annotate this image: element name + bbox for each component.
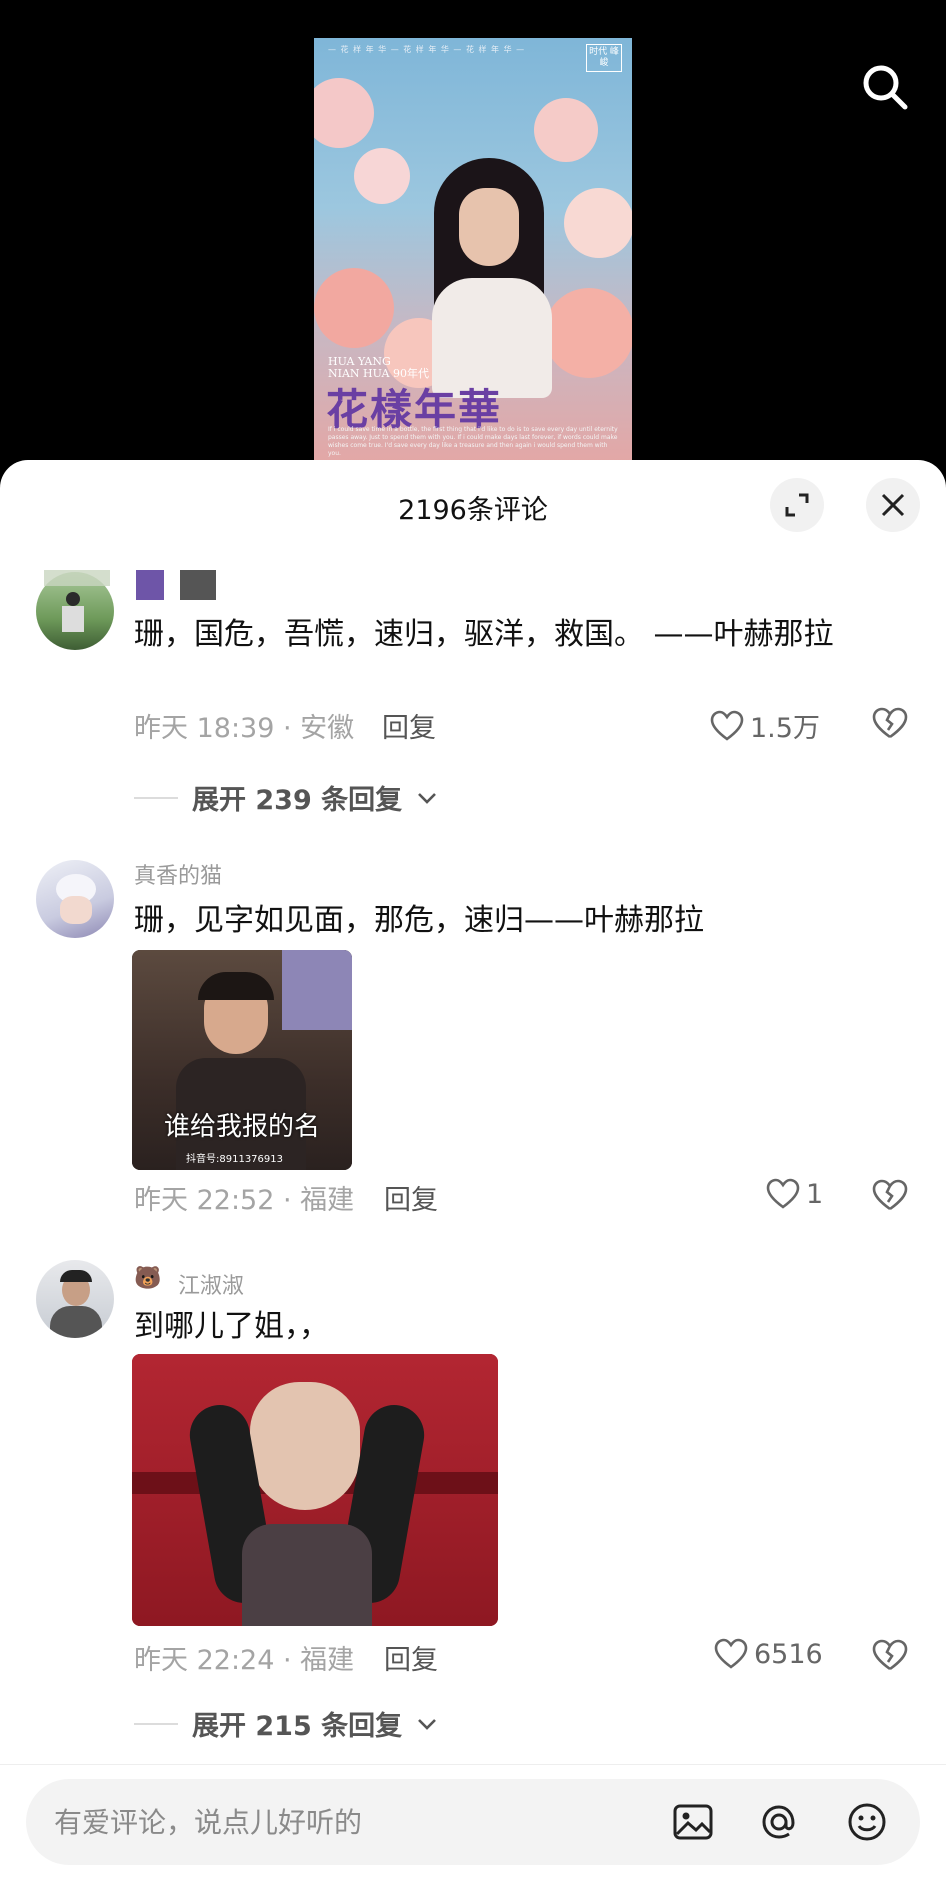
- flower-decoration: [314, 78, 374, 148]
- flower-decoration: [354, 148, 410, 204]
- chevron-down-icon: [418, 792, 437, 804]
- image-picker-button[interactable]: [670, 1799, 716, 1845]
- emoji-button[interactable]: [844, 1799, 890, 1845]
- magazine-cover-image: — 花 样 年 华 — 花 样 年 华 — 花 样 年 华 — 时代 峰峻 HU…: [314, 38, 632, 462]
- comment-input-container[interactable]: [26, 1779, 920, 1865]
- expand-divider: [134, 796, 178, 799]
- heart-icon: [766, 1178, 800, 1209]
- like-button[interactable]: 1: [766, 1178, 823, 1210]
- dislike-button[interactable]: [872, 1178, 908, 1214]
- avatar-face: [60, 896, 92, 924]
- mention-button[interactable]: [756, 1799, 802, 1845]
- like-button[interactable]: 6516: [714, 1638, 823, 1670]
- reply-button[interactable]: 回复: [382, 706, 436, 745]
- bear-emoji-icon: 🐻: [134, 1266, 162, 1291]
- dislike-button[interactable]: [872, 1638, 908, 1674]
- comment-input[interactable]: [54, 1779, 614, 1865]
- image-watermark: 抖音号:8911376913: [186, 1154, 283, 1165]
- flower-decoration: [314, 268, 394, 348]
- at-icon: [762, 1805, 795, 1839]
- emoji-icon: [848, 1803, 886, 1841]
- comment-text: 珊，国危，吾慌，速归，驱洋，救国。 ——叶赫那拉: [134, 617, 834, 652]
- avatar-figure-body: [62, 606, 84, 632]
- comment-text: 到哪儿了姐，，: [134, 1309, 329, 1344]
- comment-username[interactable]: 真香的猫: [134, 858, 222, 890]
- search-button[interactable]: [858, 60, 912, 114]
- chevron-down-icon: [418, 1718, 437, 1730]
- comment-image[interactable]: 谁给我报的名 抖音号:8911376913: [132, 950, 352, 1170]
- avatar-hair: [60, 1270, 92, 1282]
- avatar-body: [50, 1306, 102, 1338]
- avatar[interactable]: [36, 1260, 114, 1338]
- heart-icon: [714, 1638, 748, 1669]
- dislike-icon: [872, 1179, 908, 1211]
- comment-meta: 昨天 22:24 · 福建: [134, 1645, 355, 1676]
- sheet-header: 2196条评论: [0, 460, 946, 544]
- comment-username[interactable]: 江淑淑: [178, 1268, 244, 1300]
- dislike-icon: [872, 707, 908, 739]
- comment-image[interactable]: [132, 1354, 498, 1626]
- reply-button[interactable]: 回复: [384, 1178, 438, 1217]
- dislike-icon: [872, 1639, 908, 1671]
- flower-decoration: [564, 188, 632, 258]
- comment-meta: 昨天 22:52 · 福建: [134, 1185, 355, 1216]
- like-count: 1.5万: [750, 713, 820, 744]
- cover-fine-text: If i could save time in a bottle, the fi…: [328, 426, 618, 457]
- image-icon: [673, 1804, 713, 1840]
- expand-icon: [785, 493, 809, 517]
- reply-button[interactable]: 回复: [384, 1638, 438, 1677]
- pixelated-username: [136, 570, 164, 600]
- close-icon: [881, 493, 905, 517]
- cover-topline: — 花 样 年 华 — 花 样 年 华 — 花 样 年 华 —: [328, 45, 526, 54]
- close-button[interactable]: [866, 478, 920, 532]
- expand-replies-button[interactable]: 展开 215 条回复: [134, 1704, 438, 1743]
- image-caption: 谁给我报的名: [163, 1112, 320, 1142]
- pixelated-username: [180, 570, 216, 600]
- expand-sheet-button[interactable]: [770, 478, 824, 532]
- search-icon: [863, 65, 908, 110]
- image-face: [250, 1382, 360, 1510]
- image-background-person: [282, 950, 352, 1030]
- expand-divider: [134, 1722, 178, 1725]
- flower-decoration: [544, 288, 632, 378]
- avatar-figure: [66, 592, 80, 606]
- dislike-button[interactable]: [872, 706, 908, 742]
- cover-badge: 时代 峰峻: [586, 44, 622, 72]
- avatar[interactable]: [36, 860, 114, 938]
- flower-decoration: [534, 98, 598, 162]
- comment-input-bar: [0, 1764, 946, 1904]
- like-count: 1: [806, 1178, 824, 1210]
- comment-sheet: 2196条评论 珊，国危，吾慌，速归，驱洋，救国。 ——叶赫那拉 昨天 18:3…: [0, 460, 946, 1904]
- like-count: 6516: [754, 1638, 823, 1670]
- comment-meta: 昨天 18:39 · 安徽: [134, 713, 355, 744]
- heart-icon: [710, 710, 744, 741]
- expand-replies-label: 展开 215 条回复: [192, 1711, 403, 1742]
- expand-replies-button[interactable]: 展开 239 条回复: [134, 778, 438, 817]
- cover-model-face: [459, 188, 519, 266]
- video-area[interactable]: — 花 样 年 华 — 花 样 年 华 — 花 样 年 华 — 时代 峰峻 HU…: [0, 0, 946, 470]
- comment-text: 珊，见字如见面，那危，速归——叶赫那拉: [134, 903, 704, 938]
- like-button[interactable]: 1.5万: [710, 706, 820, 745]
- image-body: [242, 1524, 372, 1626]
- pixelated-mosaic: [44, 570, 110, 586]
- expand-replies-label: 展开 239 条回复: [192, 785, 403, 816]
